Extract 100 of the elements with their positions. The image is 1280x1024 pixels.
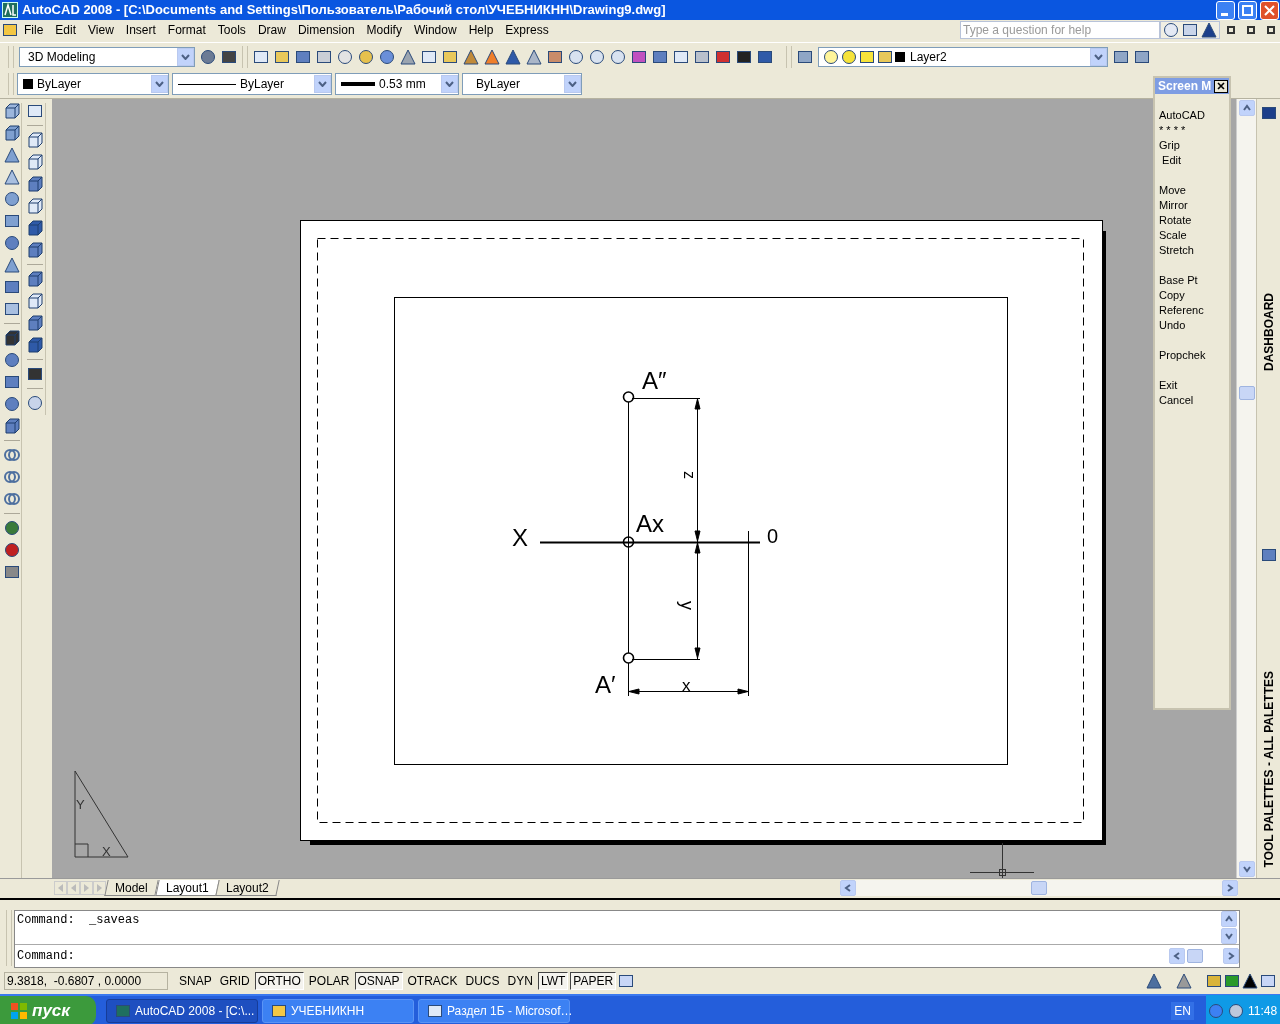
isometric-view-icon[interactable] xyxy=(26,293,43,309)
wedge-icon[interactable] xyxy=(3,147,20,163)
scroll-thumb[interactable] xyxy=(1187,949,1203,963)
scroll-up-button[interactable] xyxy=(1221,911,1237,927)
menu-item[interactable]: File xyxy=(18,21,50,39)
lineweight-dropdown[interactable]: 0.53 mm xyxy=(335,73,459,95)
dropdown-button[interactable] xyxy=(177,47,194,66)
screen-menu-item[interactable]: Base Pt xyxy=(1159,273,1229,288)
screen-menu-item[interactable]: Cancel xyxy=(1159,393,1229,408)
cube-view-icon[interactable] xyxy=(26,242,43,258)
screen-menu-item[interactable]: Exit xyxy=(1159,378,1229,393)
plotstyle-dropdown[interactable]: ByLayer xyxy=(462,73,582,95)
help-search-field[interactable]: Type a question for help xyxy=(960,21,1160,39)
status-toggle[interactable]: PAPER xyxy=(570,972,617,990)
menu-item[interactable]: Help xyxy=(462,21,500,39)
status-toggle[interactable]: ORTHO xyxy=(254,972,304,990)
sphere-icon[interactable] xyxy=(3,191,20,207)
menu-item[interactable]: Edit xyxy=(49,21,83,39)
screen-menu-item[interactable]: Stretch xyxy=(1159,243,1229,258)
dropdown-button[interactable] xyxy=(564,75,581,93)
menu-item[interactable]: Insert xyxy=(119,21,162,39)
layer-dropdown[interactable]: Layer2 xyxy=(818,46,1108,67)
scroll-thumb[interactable] xyxy=(1238,386,1255,400)
toolbar-grip[interactable] xyxy=(8,73,14,95)
taskbar-button[interactable]: AutoCAD 2008 - [C:\... xyxy=(106,999,258,1023)
isometric-view-icon[interactable] xyxy=(26,315,43,331)
dimension-label: y xyxy=(677,601,697,610)
menu-item[interactable]: Window xyxy=(407,21,463,39)
screen-menu-item[interactable]: * * * * xyxy=(1159,123,1229,138)
scroll-right-button[interactable] xyxy=(1222,879,1238,896)
linetype-value: ByLayer xyxy=(240,76,286,93)
loft-icon[interactable] xyxy=(3,418,20,434)
start-button[interactable]: пуск xyxy=(0,996,96,1024)
cube-view-icon[interactable] xyxy=(26,132,43,148)
scroll-down-button[interactable] xyxy=(1238,861,1255,877)
menu-item[interactable]: Modify xyxy=(360,21,408,39)
status-toggle[interactable]: LWT xyxy=(537,972,569,990)
maximize-button[interactable] xyxy=(1238,0,1257,20)
screen-menu-item[interactable]: Move xyxy=(1159,183,1229,198)
menu-item[interactable]: Dimension xyxy=(291,21,361,39)
toolbar-grip[interactable] xyxy=(6,910,12,966)
dropdown-button[interactable] xyxy=(151,75,168,93)
pyramid-icon[interactable] xyxy=(3,257,20,273)
screen-menu-item[interactable]: Edit xyxy=(1159,153,1229,168)
scroll-up-button[interactable] xyxy=(1238,100,1255,116)
box-icon[interactable] xyxy=(3,103,20,119)
taskbar-button[interactable]: Раздел 1Б - Microsof… xyxy=(418,999,570,1023)
dropdown-arrow-icon[interactable] xyxy=(1242,973,1258,989)
status-toggle[interactable]: OSNAP xyxy=(354,972,403,990)
box-icon[interactable] xyxy=(3,125,20,141)
palette-title[interactable]: TOOL PALETTES - ALL PALETTES xyxy=(1259,671,1278,868)
screen-menu-item[interactable]: Copy xyxy=(1159,288,1229,303)
vertical-scrollbar[interactable] xyxy=(1236,99,1256,878)
isometric-view-icon[interactable] xyxy=(26,271,43,287)
color-dropdown[interactable]: ByLayer xyxy=(17,73,169,95)
horizontal-scrollbar[interactable] xyxy=(840,879,1238,896)
dropdown-button[interactable] xyxy=(314,75,331,93)
screen-menu-item[interactable]: Scale xyxy=(1159,228,1229,243)
menu-item[interactable]: Tools xyxy=(211,21,252,39)
screen-menu-item[interactable]: Mirror xyxy=(1159,198,1229,213)
cube-view-icon[interactable] xyxy=(26,220,43,236)
dropdown-button[interactable] xyxy=(441,75,458,93)
cube-view-icon[interactable] xyxy=(26,154,43,170)
layout-tab[interactable]: Layout1 xyxy=(155,879,220,896)
menu-item[interactable]: Draw xyxy=(251,21,292,39)
panel-title: Screen M xyxy=(1158,78,1213,94)
cone-icon[interactable] xyxy=(3,169,20,185)
subtract-icon[interactable] xyxy=(3,469,20,485)
toolbar-grip[interactable] xyxy=(8,45,14,68)
screen-menu-item[interactable]: Propchek xyxy=(1159,348,1229,363)
toolbar-grip[interactable] xyxy=(242,45,248,68)
intersect-icon[interactable] xyxy=(3,491,20,507)
menu-item[interactable]: Express xyxy=(499,21,555,39)
screen-menu-item[interactable]: AutoCAD xyxy=(1159,108,1229,123)
linetype-dropdown[interactable]: ByLayer xyxy=(172,73,332,95)
dropdown-button[interactable] xyxy=(1090,47,1107,66)
maximize-viewport-icon[interactable] xyxy=(618,973,635,989)
palette-title[interactable]: DASHBOARD xyxy=(1259,293,1278,371)
command-line-field[interactable]: Command: xyxy=(15,945,1239,967)
workspace-dropdown[interactable]: 3D Modeling xyxy=(19,46,195,67)
scroll-thumb[interactable] xyxy=(1031,880,1047,895)
scroll-right-button[interactable] xyxy=(1223,948,1239,964)
screen-menu-item[interactable]: Referenc xyxy=(1159,303,1229,318)
screen-menu-item[interactable]: Grip xyxy=(1159,138,1229,153)
language-indicator[interactable]: EN xyxy=(1171,1002,1194,1020)
toolbar-grip[interactable] xyxy=(786,45,792,68)
cube-view-icon[interactable] xyxy=(26,198,43,214)
taskbar-button[interactable]: УЧЕБНИКНН xyxy=(262,999,414,1023)
cube-view-icon[interactable] xyxy=(26,176,43,192)
scroll-left-button[interactable] xyxy=(840,879,856,896)
menu-item[interactable]: View xyxy=(82,21,120,39)
layout-tab[interactable]: Layout2 xyxy=(215,879,280,896)
menu-item[interactable]: Format xyxy=(161,21,212,39)
scroll-left-button[interactable] xyxy=(1169,948,1185,964)
scroll-down-button[interactable] xyxy=(1221,928,1237,944)
isometric-view-icon[interactable] xyxy=(26,337,43,353)
layout-tab[interactable]: Model xyxy=(104,879,159,896)
screen-menu-item[interactable]: Undo xyxy=(1159,318,1229,333)
union-icon[interactable] xyxy=(3,447,20,463)
screen-menu-item[interactable]: Rotate xyxy=(1159,213,1229,228)
